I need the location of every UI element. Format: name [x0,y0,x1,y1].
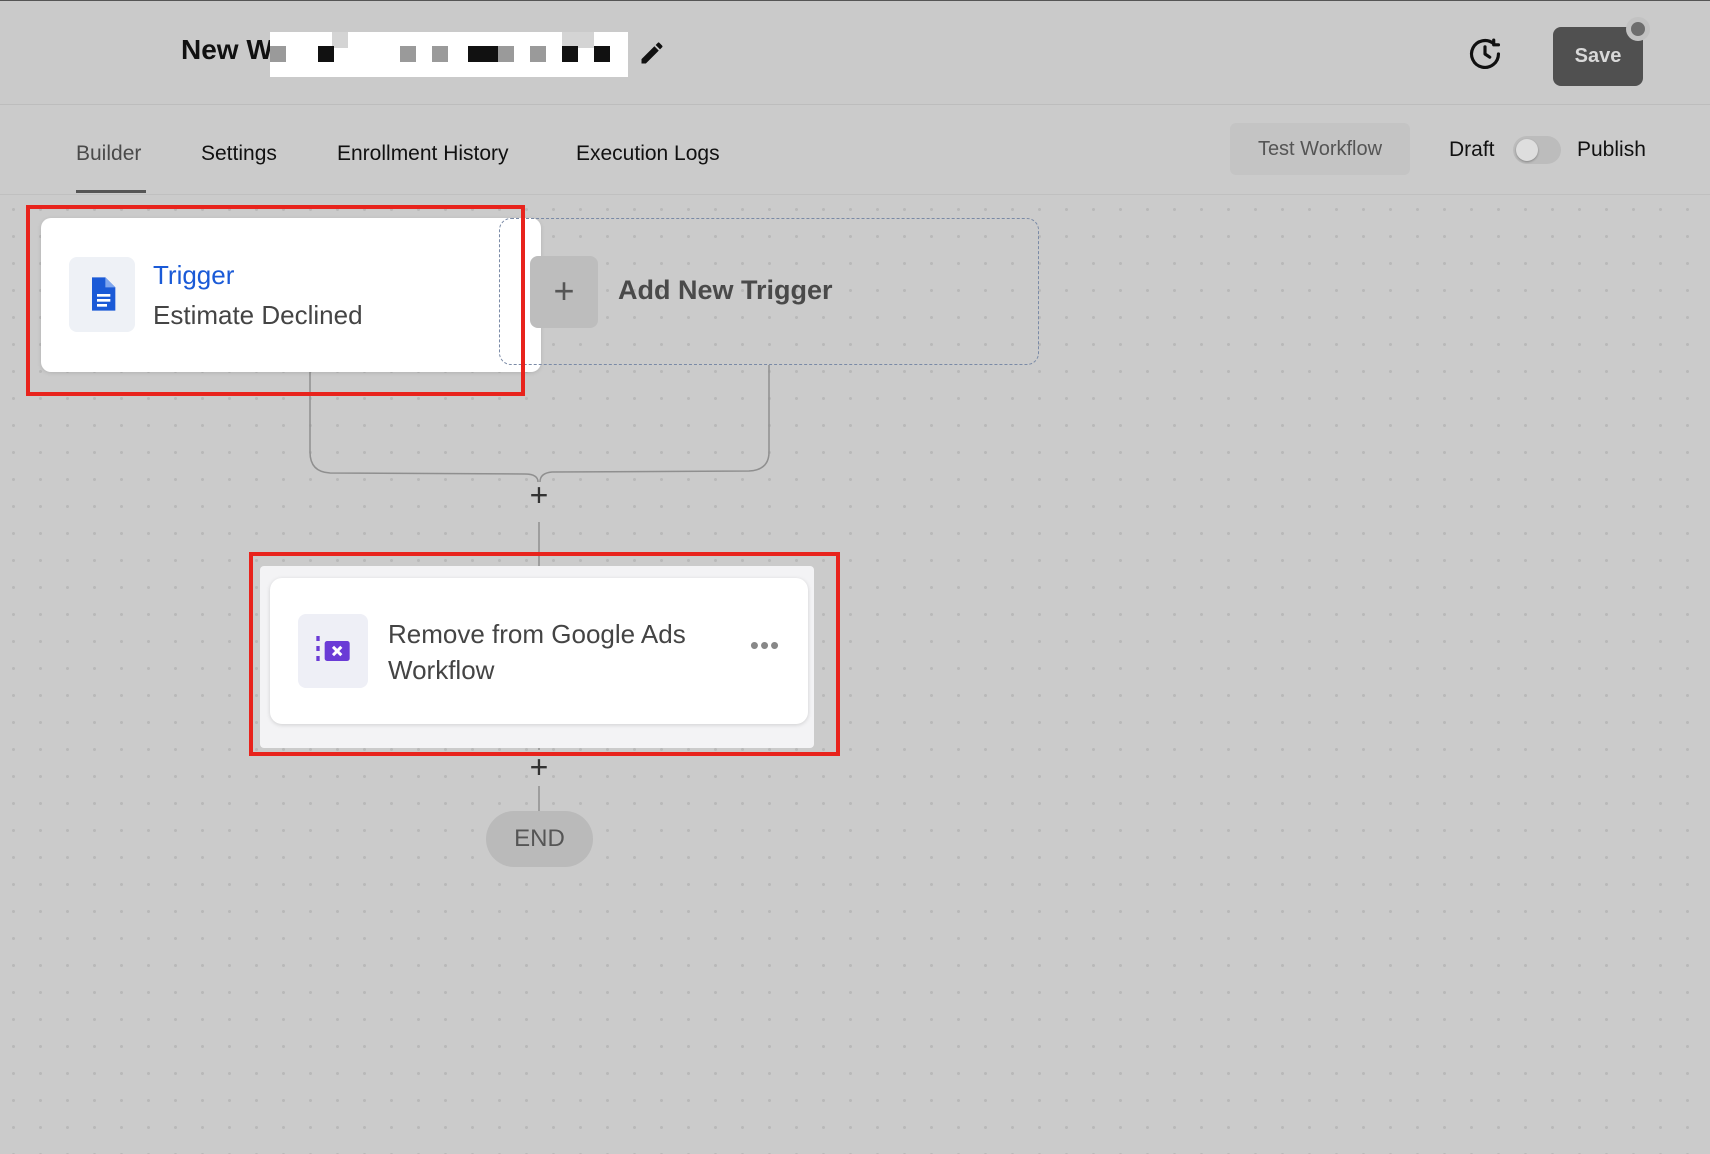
add-step-plus-button[interactable]: + [523,479,555,512]
trigger-title: Trigger [153,260,235,290]
trigger-icon-box [69,257,135,332]
action-label: Remove from Google Ads Workflow [388,619,686,685]
end-node: END [486,811,593,867]
document-icon [92,277,116,311]
action-icon-box [298,614,368,688]
remove-from-workflow-icon [316,636,350,661]
add-new-trigger-label: Add New Trigger [618,275,833,305]
workflow-connectors [309,365,770,811]
action-card[interactable]: Remove from Google Ads Workflow ••• [270,578,808,724]
trigger-card[interactable]: Trigger Estimate Declined [41,218,541,372]
add-new-trigger-placeholder[interactable]: + Add New Trigger [499,218,1039,365]
action-more-menu-icon[interactable]: ••• [748,632,782,662]
add-step-plus-button-end[interactable]: + [523,751,555,784]
add-trigger-plus-icon: + [530,256,598,328]
trigger-event-name: Estimate Declined [153,300,363,330]
